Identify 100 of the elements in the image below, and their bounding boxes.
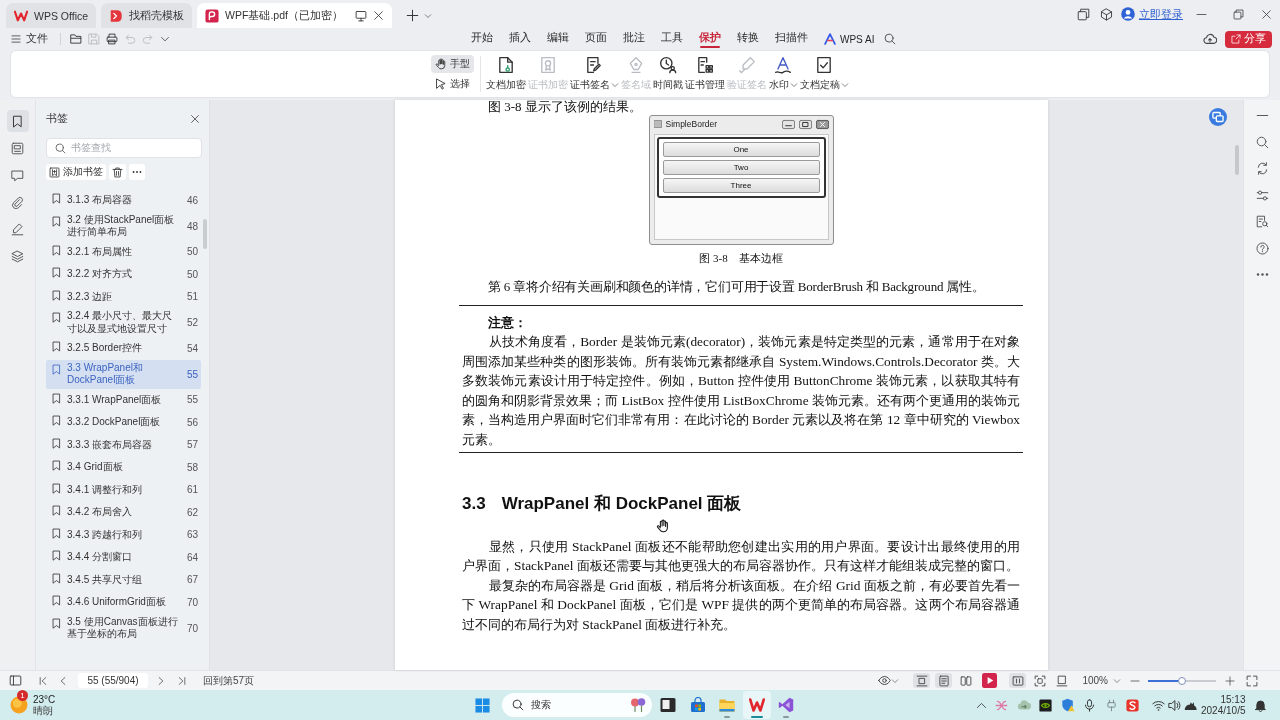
file-menu[interactable]: 文件: [8, 30, 51, 48]
view-button[interactable]: [913, 673, 931, 688]
first-page-icon[interactable]: [38, 675, 48, 686]
ribbon-tool-button[interactable]: 证书签名: [568, 56, 620, 92]
user-icon[interactable]: [1121, 7, 1135, 21]
bookmark-item[interactable]: 3.3.3 嵌套布局容器 57: [46, 433, 201, 456]
sidebar-tab[interactable]: [6, 110, 29, 132]
ribbon-tab[interactable]: 批注: [615, 28, 653, 50]
zoom-in-icon[interactable]: [1225, 675, 1235, 686]
screen-icon[interactable]: [354, 9, 367, 22]
caret-icon[interactable]: [160, 34, 170, 44]
wifi-icon[interactable]: [1151, 698, 1165, 712]
bookmark-item[interactable]: 3.4.4 分割窗口 64: [46, 546, 201, 569]
ribbon-tool-button[interactable]: 证书管理: [683, 56, 726, 92]
bookmark-item[interactable]: 3.2.5 Border控件 54: [46, 337, 201, 360]
bookmark-item[interactable]: 3.2 使用StackPanel面板进行简单布局 48: [46, 211, 201, 241]
page-search-icon[interactable]: [1255, 215, 1269, 228]
ribbon-tab[interactable]: 转换: [729, 28, 767, 50]
folder-icon[interactable]: [70, 33, 82, 45]
knot-icon[interactable]: [995, 698, 1008, 712]
s-logo-icon[interactable]: [1126, 698, 1139, 712]
ribbon-tab[interactable]: 页面: [577, 28, 615, 50]
ribbon-tool-button[interactable]: 时间戳: [651, 56, 684, 92]
restore-icon[interactable]: [1233, 8, 1244, 20]
eye-tile-icon[interactable]: [1039, 698, 1052, 712]
volume-icon[interactable]: [1167, 698, 1181, 712]
goto-page-link[interactable]: 回到第57页: [203, 673, 255, 688]
microphone-icon[interactable]: [1083, 698, 1096, 712]
bookmark-item[interactable]: 3.2.4 最小尺寸、最大尺寸以及显式地设置尺寸 52: [46, 308, 201, 337]
ai-button[interactable]: WPS AI: [824, 33, 875, 45]
bookmark-item[interactable]: 3.3.2 DockPanel面板 56: [46, 411, 201, 434]
overlap-windows-icon[interactable]: [1209, 108, 1227, 126]
delete-button[interactable]: [109, 164, 126, 180]
close-icon[interactable]: [1261, 8, 1272, 20]
page-number-field[interactable]: 55 (55/904): [78, 673, 148, 688]
sliders-icon[interactable]: [1255, 188, 1269, 202]
last-page-icon[interactable]: [177, 675, 187, 686]
hand-tool-button[interactable]: 手型: [430, 55, 474, 73]
ribbon-tab[interactable]: 保护: [691, 28, 729, 50]
bookmark-item[interactable]: 3.2.1 布局属性 50: [46, 240, 201, 263]
zoom-level[interactable]: 100%: [1082, 675, 1108, 686]
cloud-icon[interactable]: [1016, 698, 1031, 712]
ribbon-tab[interactable]: 插入: [501, 28, 539, 50]
scrollbar-thumb[interactable]: [1235, 145, 1239, 175]
bookmark-item[interactable]: 3.4.2 布局舍入 62: [46, 501, 201, 524]
window-stack-icon[interactable]: [1077, 7, 1090, 21]
bookmark-item[interactable]: 3.1.3 布局容器 46: [46, 189, 201, 212]
close-icon[interactable]: [372, 10, 384, 21]
cloud-upload-icon[interactable]: [1203, 32, 1217, 46]
bookmark-item[interactable]: 3.2.3 边距 51: [46, 285, 201, 308]
tab[interactable]: 找稻壳模板: [101, 3, 193, 28]
ribbon-tool-button[interactable]: 水印: [767, 56, 799, 92]
plug-icon[interactable]: [1104, 698, 1118, 712]
bookmark-item[interactable]: 3.2.2 对齐方式 50: [46, 263, 201, 286]
login-link[interactable]: 立即登录: [1139, 6, 1183, 22]
bookmark-item[interactable]: 3.3.1 WrapPanel面板 55: [46, 388, 201, 411]
shield-icon[interactable]: [1060, 698, 1075, 712]
add-bookmark-button[interactable]: 添加书签: [46, 164, 106, 180]
scrollbar-thumb[interactable]: [203, 219, 207, 249]
bookmark-item[interactable]: 3.4.3 跨越行和列 63: [46, 523, 201, 546]
swap-arrows-icon[interactable]: [1255, 162, 1269, 175]
fullscreen-icon[interactable]: [1246, 674, 1258, 687]
help-icon[interactable]: [1255, 241, 1269, 255]
search-field[interactable]: 搜索: [502, 693, 652, 717]
close-icon[interactable]: [190, 114, 200, 124]
clock-time[interactable]: 15:13: [1220, 694, 1246, 705]
view-button[interactable]: [1009, 673, 1027, 688]
ribbon-tab[interactable]: 开始: [463, 28, 501, 50]
bookmark-item[interactable]: 3.4.5 共享尺寸组 67: [46, 568, 201, 591]
previous-icon[interactable]: [58, 675, 68, 686]
next-icon[interactable]: [156, 675, 166, 686]
view-button[interactable]: [957, 673, 975, 688]
tab[interactable]: WPS Office: [6, 3, 97, 28]
bookmark-item[interactable]: 3.4.6 UniformGrid面板 70: [46, 591, 201, 614]
slider-thumb[interactable]: [1178, 676, 1186, 685]
more-button[interactable]: [129, 164, 145, 180]
bookmark-item[interactable]: 3.3 WrapPanel和DockPanel面板 55: [46, 359, 201, 389]
search-icon[interactable]: [1255, 135, 1269, 149]
ribbon-tool-button[interactable]: 文档加密: [484, 56, 527, 92]
cube-icon[interactable]: [1100, 7, 1113, 21]
search-icon[interactable]: [884, 33, 897, 45]
tab[interactable]: WPF基础.pdf（已加密）: [197, 3, 392, 28]
view-button[interactable]: [1031, 673, 1049, 688]
bookmark-item[interactable]: 3.4.1 调整行和列 61: [46, 478, 201, 501]
ribbon-tool-button[interactable]: 文档定稿: [798, 56, 850, 92]
page-number: 56: [186, 416, 198, 428]
plus-icon[interactable]: [405, 9, 419, 22]
share-button[interactable]: 分享: [1225, 30, 1272, 48]
ribbon-tab[interactable]: 编辑: [539, 28, 577, 50]
clock-date[interactable]: 2024/10/5: [1201, 705, 1246, 716]
view-button[interactable]: [935, 673, 953, 688]
bookmark-item[interactable]: 3.4 Grid面板 58: [46, 456, 201, 479]
eye-icon[interactable]: [878, 674, 892, 687]
select-tool-button[interactable]: 选择: [430, 75, 474, 93]
ribbon-tab[interactable]: 工具: [653, 28, 691, 50]
sidebar-toggle-icon[interactable]: [9, 674, 22, 687]
ribbon-tab[interactable]: 扫描件: [767, 28, 816, 50]
bell-icon[interactable]: [1254, 698, 1267, 712]
play-icon[interactable]: [982, 673, 998, 688]
printer-icon[interactable]: [106, 33, 118, 45]
